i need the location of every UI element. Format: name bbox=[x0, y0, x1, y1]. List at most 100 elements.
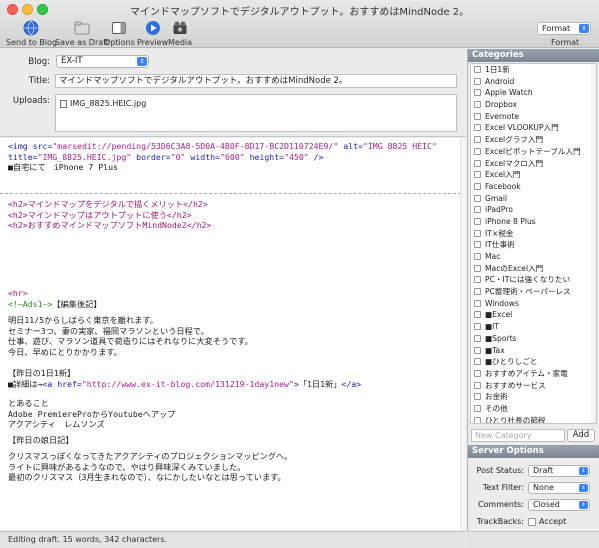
post-status-dropdown[interactable]: Draft ⇕ bbox=[528, 465, 590, 477]
category-item[interactable]: iPhone 8 Plus bbox=[471, 216, 596, 228]
category-item[interactable]: おすすめアイテム・家電 bbox=[471, 368, 596, 380]
category-item[interactable]: PC整理術・ペーパーレス bbox=[471, 286, 596, 298]
category-item[interactable]: IT×税金 bbox=[471, 228, 596, 240]
category-item[interactable]: Android bbox=[471, 76, 596, 88]
category-item[interactable]: ■Sports bbox=[471, 333, 596, 345]
comments-dropdown[interactable]: Closed ⇕ bbox=[528, 499, 590, 511]
add-category-button[interactable]: Add bbox=[567, 429, 595, 442]
checkbox-icon[interactable] bbox=[474, 159, 481, 167]
category-item[interactable]: お金術 bbox=[471, 391, 596, 403]
category-item[interactable]: IT仕事術 bbox=[471, 239, 596, 251]
checkbox-icon[interactable] bbox=[474, 182, 481, 190]
html-editor[interactable]: <img src="marsedit://pending/53D6C3A8-5D… bbox=[0, 138, 466, 530]
checkbox-icon[interactable] bbox=[474, 101, 481, 109]
category-item[interactable]: Apple Watch bbox=[471, 87, 596, 99]
blog-dropdown[interactable]: EX-IT ⇕ bbox=[56, 55, 149, 68]
uploads-list[interactable]: IMG_8825.HEIC.jpg bbox=[55, 94, 457, 132]
checkbox-icon[interactable] bbox=[474, 206, 481, 214]
post-status-label: Post Status: bbox=[476, 466, 524, 475]
checkbox-icon[interactable] bbox=[474, 89, 481, 97]
category-item[interactable]: Excel VLOOKUP入門 bbox=[471, 122, 596, 134]
categories-list[interactable]: 1日1新 Android Apple Watch Dropbox Evernot… bbox=[470, 63, 597, 424]
checkbox-icon[interactable] bbox=[474, 404, 481, 412]
checkbox-icon[interactable] bbox=[474, 217, 481, 225]
save-as-draft-button[interactable]: Save as Draft bbox=[55, 20, 109, 47]
checkbox-icon[interactable] bbox=[474, 136, 481, 144]
category-item[interactable]: Excelマクロ入門 bbox=[471, 158, 596, 170]
checkbox-icon[interactable] bbox=[474, 147, 481, 155]
checkbox-icon[interactable] bbox=[474, 323, 481, 331]
editor-line: 仕事、遊び、マラソン道具で荷造りにはそれなりに大変そうです。 bbox=[8, 336, 253, 346]
blog-label: Blog: bbox=[28, 57, 50, 67]
text-filter-dropdown[interactable]: None ⇕ bbox=[528, 482, 590, 494]
editor-line: Adobe PremiereProからYoutubeへアップ bbox=[8, 408, 176, 419]
category-item[interactable]: Excelピボットテーブル入門 bbox=[471, 146, 596, 158]
sidebar-panel-icon bbox=[112, 22, 127, 34]
checkbox-icon[interactable] bbox=[474, 288, 481, 296]
checkbox-icon[interactable] bbox=[474, 346, 481, 354]
checkbox-icon[interactable] bbox=[474, 299, 481, 307]
category-item[interactable]: ひとり社長の節税 bbox=[471, 415, 596, 423]
checkbox-icon[interactable] bbox=[474, 369, 481, 377]
checkbox-icon[interactable] bbox=[474, 358, 481, 366]
category-item[interactable]: ■Excel bbox=[471, 309, 596, 321]
checkbox-icon[interactable] bbox=[474, 381, 481, 389]
category-item[interactable]: Dropbox bbox=[471, 99, 596, 111]
editor-line: とあること bbox=[8, 398, 49, 408]
window-title: マインドマップソフトでデジタルアウトプット。おすすめはMindNode 2。 bbox=[129, 7, 470, 18]
checkbox-icon[interactable] bbox=[474, 416, 481, 423]
checkbox-icon[interactable] bbox=[474, 124, 481, 132]
new-category-input[interactable]: New Category bbox=[471, 429, 565, 442]
checkbox-icon[interactable] bbox=[474, 241, 481, 249]
category-item[interactable]: 1日1新 bbox=[471, 64, 596, 76]
category-item[interactable]: ■IT bbox=[471, 321, 596, 333]
checkbox-icon[interactable] bbox=[474, 77, 481, 85]
category-item[interactable]: ■ひとりしごと bbox=[471, 356, 596, 368]
title-field[interactable]: マインドマップソフトでデジタルアウトプット。おすすめはMindNode 2。 bbox=[55, 74, 457, 88]
category-item[interactable]: その他 bbox=[471, 403, 596, 415]
category-item[interactable]: おすすめサービス bbox=[471, 380, 596, 392]
checkbox-icon[interactable] bbox=[474, 171, 481, 179]
editor-line: <img src="marsedit://pending/53D6C3A8-5D… bbox=[8, 141, 437, 151]
upload-file-item[interactable]: IMG_8825.HEIC.jpg bbox=[60, 99, 146, 108]
checkbox-icon[interactable] bbox=[474, 334, 481, 342]
category-item[interactable]: Facebook bbox=[471, 181, 596, 193]
comments-row: Comments: Closed ⇕ bbox=[468, 498, 599, 512]
category-item[interactable]: MacのExcel入門 bbox=[471, 263, 596, 275]
category-item[interactable]: Windows bbox=[471, 298, 596, 310]
format-dropdown[interactable]: Format ⇕ bbox=[537, 22, 591, 35]
checkbox-icon[interactable] bbox=[474, 393, 481, 401]
checkbox-icon[interactable] bbox=[474, 194, 481, 202]
category-item[interactable]: Excel入門 bbox=[471, 169, 596, 181]
trackbacks-checkbox[interactable] bbox=[528, 518, 536, 526]
checkbox-icon[interactable] bbox=[474, 276, 481, 284]
post-header-form: Blog: EX-IT ⇕ Title: マインドマップソフトでデジタルアウトプ… bbox=[0, 49, 466, 137]
category-item[interactable]: Mac bbox=[471, 251, 596, 263]
category-item[interactable]: Evernote bbox=[471, 111, 596, 123]
options-button[interactable]: Options bbox=[104, 20, 135, 47]
checkbox-icon[interactable] bbox=[474, 311, 481, 319]
image-file-icon bbox=[60, 99, 67, 108]
category-item[interactable]: Excelグラフ入門 bbox=[471, 134, 596, 146]
category-item[interactable]: iPadPro bbox=[471, 204, 596, 216]
category-item[interactable]: ■Tax bbox=[471, 345, 596, 357]
editor-line: 今日、早めにとりかかります。 bbox=[8, 346, 122, 357]
categories-scrollbar[interactable] bbox=[591, 64, 596, 423]
checkbox-icon[interactable] bbox=[474, 229, 481, 237]
checkbox-icon[interactable] bbox=[474, 112, 481, 120]
trackbacks-accept-label: Accept bbox=[539, 517, 567, 526]
editor-line: <h2>マインドマップはアウトプットに使う</h2> bbox=[8, 209, 192, 220]
checkbox-icon[interactable] bbox=[474, 66, 481, 73]
editor-scrollbar[interactable] bbox=[460, 138, 466, 530]
editor-line: <h2>マインドマップをデジタルで描くメリット</h2> bbox=[8, 199, 208, 209]
uploads-label: Uploads: bbox=[12, 96, 50, 106]
checkbox-icon[interactable] bbox=[474, 253, 481, 260]
globe-send-icon bbox=[24, 20, 39, 36]
send-to-blog-button[interactable]: Send to Blog bbox=[6, 20, 57, 47]
category-item[interactable]: Gmail bbox=[471, 193, 596, 205]
category-item[interactable]: PC・ITには強くなりたい bbox=[471, 274, 596, 286]
preview-button[interactable]: Preview bbox=[137, 20, 168, 47]
checkbox-icon[interactable] bbox=[474, 264, 481, 272]
comments-label: Comments: bbox=[477, 500, 524, 509]
media-button[interactable]: Media bbox=[168, 20, 192, 47]
